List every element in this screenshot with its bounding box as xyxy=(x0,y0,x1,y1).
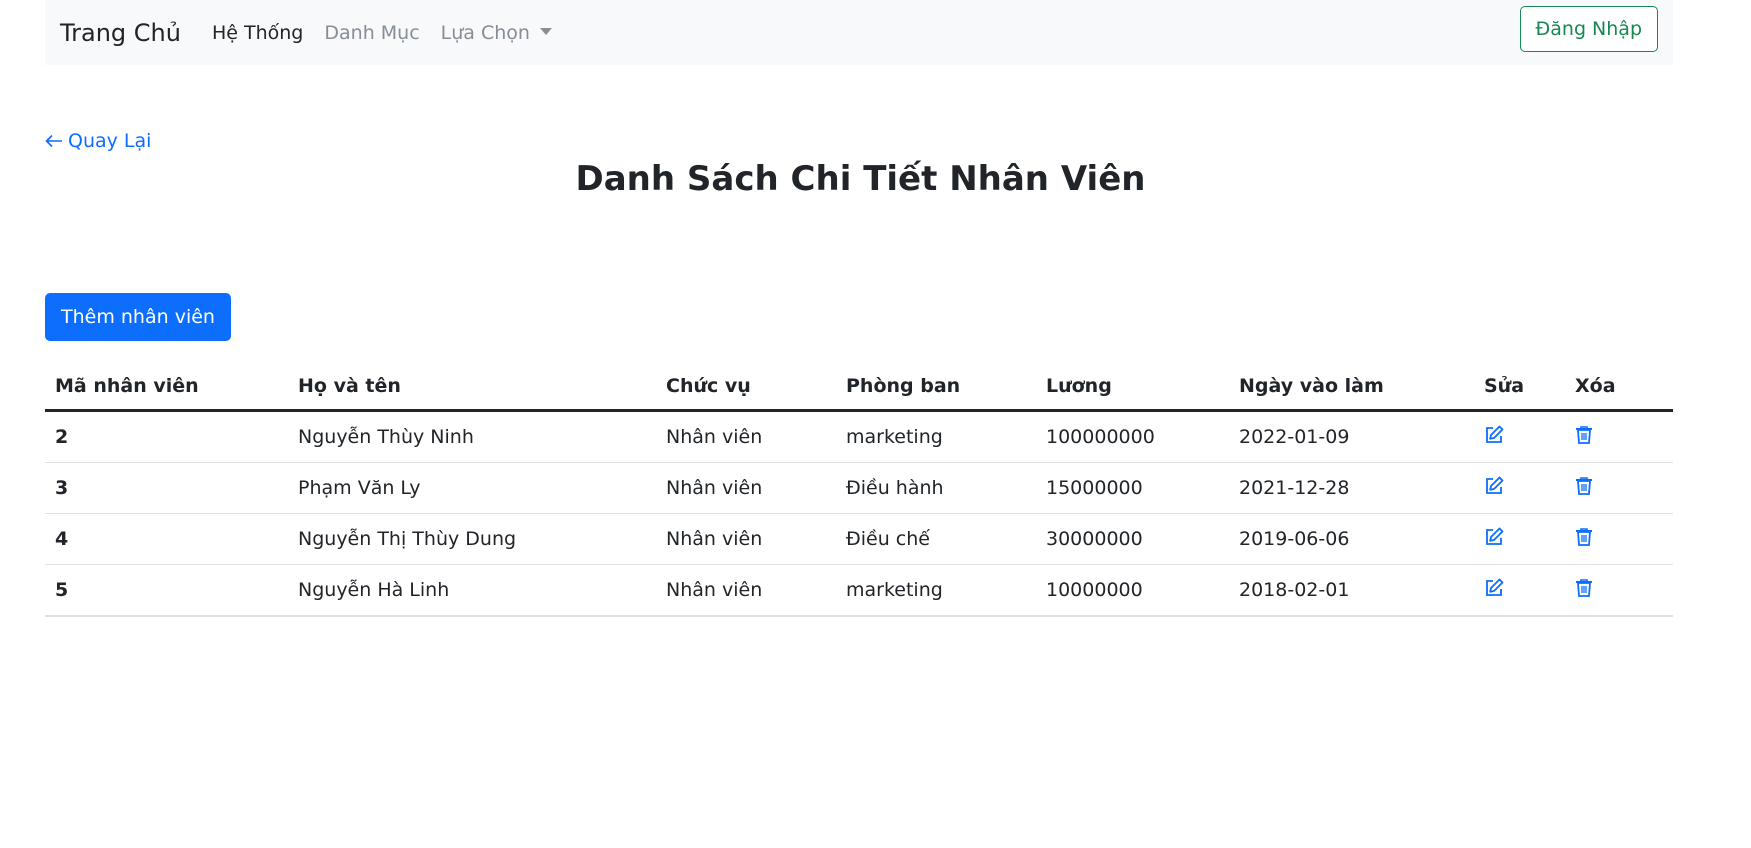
trash-icon[interactable] xyxy=(1575,578,1593,598)
cell-department: Điều chế xyxy=(836,513,1036,565)
table-row: 3 Phạm Văn Ly Nhân viên Điều hành 15000000 20… xyxy=(45,462,1673,514)
cell-full-name: Phạm Văn Ly xyxy=(288,462,656,514)
edit-icon[interactable] xyxy=(1484,425,1504,445)
cell-position: Nhân viên xyxy=(656,564,836,617)
cell-salary: 10000000 xyxy=(1036,564,1229,617)
cell-employee-id: 4 xyxy=(45,513,288,565)
cell-department: marketing xyxy=(836,410,1036,463)
edit-icon[interactable] xyxy=(1484,527,1504,547)
cell-delete xyxy=(1565,462,1673,514)
cell-employee-id: 3 xyxy=(45,462,288,514)
header-full-name: Họ và tên xyxy=(288,362,656,412)
table-row: 5 Nguyễn Hà Linh Nhân viên marketing 1000000… xyxy=(45,564,1673,617)
header-position: Chức vụ xyxy=(656,362,836,412)
arrow-left-icon xyxy=(45,134,62,148)
cell-edit xyxy=(1474,410,1565,463)
caret-down-icon xyxy=(539,27,552,35)
nav-item-danh-muc[interactable]: Danh Mục xyxy=(324,22,419,44)
cell-start-date: 2019-06-06 xyxy=(1229,513,1474,565)
cell-delete xyxy=(1565,513,1673,565)
login-button[interactable]: Đăng Nhập xyxy=(1519,6,1658,52)
table-row: 4 Nguyễn Thị Thùy Dung Nhân viên Điều chế 30… xyxy=(45,513,1673,565)
employee-table: Mã nhân viên Họ và tên Chức vụ Phòng ban… xyxy=(45,362,1673,617)
header-department: Phòng ban xyxy=(836,362,1036,412)
navbar-brand[interactable]: Trang Chủ xyxy=(60,19,181,47)
cell-employee-id: 2 xyxy=(45,410,288,463)
edit-icon[interactable] xyxy=(1484,476,1504,496)
navbar: Trang Chủ Hệ Thống Danh Mục Lựa Chọn Đăn… xyxy=(45,0,1673,65)
cell-start-date: 2018-02-01 xyxy=(1229,564,1474,617)
header-edit: Sửa xyxy=(1474,362,1565,412)
cell-delete xyxy=(1565,410,1673,463)
cell-salary: 15000000 xyxy=(1036,462,1229,514)
cell-department: Điều hành xyxy=(836,462,1036,514)
cell-salary: 30000000 xyxy=(1036,513,1229,565)
table-body: 2 Nguyễn Thùy Ninh Nhân viên marketing 10000… xyxy=(45,410,1673,617)
header-salary: Lương xyxy=(1036,362,1229,412)
cell-employee-id: 5 xyxy=(45,564,288,617)
table-header-row: Mã nhân viên Họ và tên Chức vụ Phòng ban… xyxy=(45,362,1673,412)
cell-position: Nhân viên xyxy=(656,462,836,514)
cell-start-date: 2021-12-28 xyxy=(1229,462,1474,514)
cell-full-name: Nguyễn Thùy Ninh xyxy=(288,410,656,463)
cell-full-name: Nguyễn Thị Thùy Dung xyxy=(288,513,656,565)
trash-icon[interactable] xyxy=(1575,425,1593,445)
cell-edit xyxy=(1474,513,1565,565)
cell-position: Nhân viên xyxy=(656,410,836,463)
cell-start-date: 2022-01-09 xyxy=(1229,410,1474,463)
header-delete: Xóa xyxy=(1565,362,1673,412)
edit-icon[interactable] xyxy=(1484,578,1504,598)
cell-salary: 100000000 xyxy=(1036,410,1229,463)
header-employee-id: Mã nhân viên xyxy=(45,362,288,412)
cell-full-name: Nguyễn Hà Linh xyxy=(288,564,656,617)
nav-item-he-thong[interactable]: Hệ Thống xyxy=(212,22,303,44)
nav-dropdown-lua-chon[interactable]: Lựa Chọn xyxy=(441,22,552,44)
cell-department: marketing xyxy=(836,564,1036,617)
cell-edit xyxy=(1474,564,1565,617)
add-employee-button[interactable]: Thêm nhân viên xyxy=(45,293,231,341)
table-row: 2 Nguyễn Thùy Ninh Nhân viên marketing 10000… xyxy=(45,410,1673,463)
header-start-date: Ngày vào làm xyxy=(1229,362,1474,412)
nav-dropdown-label: Lựa Chọn xyxy=(440,21,530,44)
page-title: Danh Sách Chi Tiết Nhân Viên xyxy=(575,159,1146,199)
back-link[interactable]: Quay Lại xyxy=(45,130,151,152)
trash-icon[interactable] xyxy=(1575,527,1593,547)
back-link-label: Quay Lại xyxy=(68,130,152,152)
cell-position: Nhân viên xyxy=(656,513,836,565)
cell-delete xyxy=(1565,564,1673,617)
cell-edit xyxy=(1474,462,1565,514)
trash-icon[interactable] xyxy=(1575,476,1593,496)
